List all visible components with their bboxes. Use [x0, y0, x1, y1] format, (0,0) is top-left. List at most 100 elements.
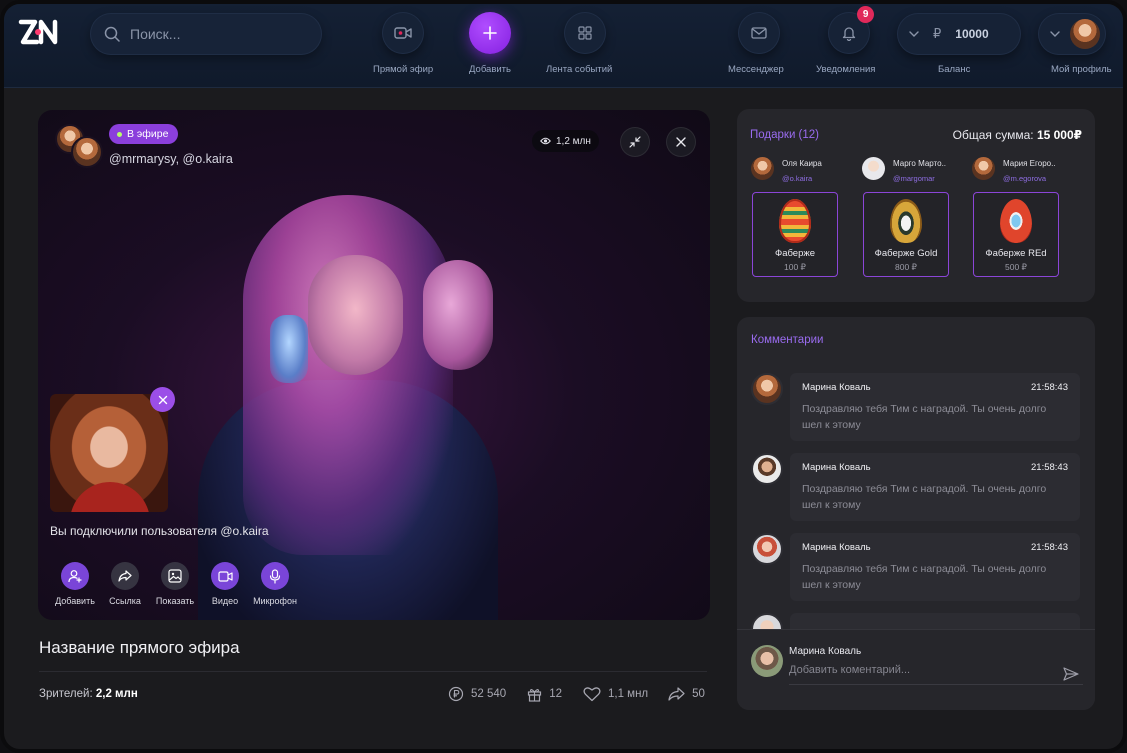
picture-in-picture[interactable] [50, 394, 168, 512]
close-icon [158, 395, 167, 404]
heart-icon [583, 687, 601, 702]
comment-time: 21:58:43 [1031, 382, 1068, 393]
gift-name: Фаберже REd [985, 248, 1047, 259]
live-button[interactable] [382, 12, 425, 54]
comment-author[interactable]: Марина Коваль [802, 542, 871, 553]
comment-input[interactable] [789, 664, 1049, 676]
share-link-button[interactable] [111, 562, 139, 590]
live-dot-icon [117, 131, 122, 137]
chevron-down-icon[interactable] [1050, 31, 1060, 37]
send-button[interactable] [1060, 663, 1082, 685]
gift-name: Фаберже Gold [874, 248, 938, 259]
nav-messenger[interactable]: Мессенджер [728, 12, 784, 75]
views-value: 1,2 млн [556, 135, 591, 147]
control-show[interactable]: Показать [150, 562, 200, 606]
comment-time: 21:58:43 [1031, 462, 1068, 473]
search-bar[interactable] [90, 13, 322, 55]
messenger-button[interactable] [737, 12, 780, 54]
composer-underline [789, 684, 1083, 685]
coin-icon [448, 686, 464, 702]
comment-text: Поздравляю тебя Тим с наградой. Ты очень… [802, 483, 1047, 511]
nav-notifications[interactable]: 9 Уведомления [816, 6, 876, 75]
close-stream-button[interactable] [666, 127, 696, 157]
composer-avatar[interactable] [751, 645, 783, 677]
gift-item[interactable]: Оля Каира @o.kaira Фаберже 100 ₽ [751, 157, 841, 277]
gift-card[interactable]: Фаберже REd 500 ₽ [973, 192, 1059, 277]
feed-button[interactable] [563, 12, 606, 54]
zn-logo[interactable] [17, 14, 65, 50]
pip-shirt [70, 482, 150, 512]
streamer-avatars[interactable] [55, 124, 105, 168]
streamer-avatar-2[interactable] [71, 136, 103, 168]
control-label: Добавить [55, 596, 95, 606]
comment-author[interactable]: Марина Коваль [802, 462, 871, 473]
composer-author: Марина Коваль [789, 646, 862, 657]
comment-author[interactable]: Марина Коваль [802, 382, 871, 393]
balance-widget[interactable]: ₽ 10000 [897, 13, 1021, 55]
gifts-title[interactable]: Подарки (12) [750, 129, 819, 141]
comment-avatar[interactable] [751, 533, 783, 565]
profile-avatar[interactable] [1070, 19, 1100, 49]
control-link[interactable]: Ссылка [100, 562, 150, 606]
nav-live[interactable]: Прямой эфир [373, 12, 433, 75]
comment-bubble: Марина Коваль 21:58:43 Поздравляю тебя Т… [790, 533, 1080, 601]
control-label: Показать [155, 596, 195, 606]
stat-coins-value: 52 540 [471, 688, 507, 700]
top-navigation-bar: Прямой эфир Добавить Лента событий [4, 4, 1123, 88]
control-label: Видео [211, 596, 239, 606]
notifications-button[interactable]: 9 [828, 6, 875, 54]
control-add-user[interactable]: Добавить [50, 562, 100, 606]
live-video-player[interactable]: В эфире @mrmarysy, @o.kaira 1,2 млн Вы п… [38, 110, 710, 620]
donor-name: Оля Каира [782, 159, 822, 168]
pip-close-button[interactable] [150, 387, 175, 412]
nav-profile-label: Мой профиль [1051, 64, 1112, 75]
gift-donor[interactable]: Марго Марто.. @margomar [862, 157, 952, 183]
gift-item[interactable]: Марго Марто.. @margomar Фаберже Gold 800… [862, 157, 952, 277]
video-toggle-button[interactable] [211, 562, 239, 590]
video-camera-icon [394, 27, 412, 39]
stat-likes[interactable]: 1,1 мнл [583, 686, 648, 702]
donor-handle[interactable]: @margomar [893, 174, 946, 183]
minimize-button[interactable] [620, 127, 650, 157]
share-arrow-icon [118, 570, 132, 582]
add-user-button[interactable] [61, 562, 89, 590]
donor-handle[interactable]: @m.egorova [1003, 174, 1056, 183]
stat-coins[interactable]: 52 540 [448, 686, 506, 702]
gift-price: 100 ₽ [784, 262, 806, 272]
add-button[interactable] [469, 12, 511, 54]
chevron-down-icon[interactable] [909, 31, 919, 37]
microphone-toggle-button[interactable] [261, 562, 289, 590]
app-window: Прямой эфир Добавить Лента событий [0, 0, 1127, 753]
stat-shares[interactable]: 50 [668, 686, 705, 702]
stat-gifts[interactable]: 12 [527, 686, 562, 702]
profile-widget[interactable] [1038, 13, 1106, 55]
donor-handle[interactable]: @o.kaira [782, 174, 822, 183]
stream-stats: 52 540 12 1,1 мнл 50 [448, 686, 705, 702]
nav-messenger-label: Мессенджер [728, 64, 784, 75]
gift-donor[interactable]: Мария Егоро.. @m.egorova [972, 157, 1062, 183]
nav-feed-label: Лента событий [546, 64, 613, 75]
nav-add-label: Добавить [469, 64, 511, 75]
nav-feed[interactable]: Лента событий [546, 12, 612, 75]
donor-avatar[interactable] [751, 157, 774, 180]
gifts-total-label: Общая сумма: [952, 128, 1034, 142]
show-image-button[interactable] [161, 562, 189, 590]
donor-avatar[interactable] [862, 157, 885, 180]
faberge-egg-icon [890, 199, 922, 243]
donor-name: Мария Егоро.. [1003, 159, 1056, 168]
comment-avatar[interactable] [751, 453, 783, 485]
search-input[interactable] [130, 26, 300, 42]
donor-avatar[interactable] [972, 157, 995, 180]
comment-avatar[interactable] [751, 373, 783, 405]
nav-notifications-label: Уведомления [816, 64, 876, 75]
gift-card[interactable]: Фаберже 100 ₽ [752, 192, 838, 277]
gift-donor[interactable]: Оля Каира @o.kaira [751, 157, 841, 183]
gift-name: Фаберже [774, 248, 816, 259]
gift-card[interactable]: Фаберже Gold 800 ₽ [863, 192, 949, 277]
control-video[interactable]: Видео [200, 562, 250, 606]
stat-likes-value: 1,1 мнл [607, 688, 649, 700]
comment-composer: Марина Коваль [737, 629, 1095, 710]
control-microphone[interactable]: Микрофон [250, 562, 300, 606]
nav-add[interactable]: Добавить [469, 12, 511, 75]
gift-item[interactable]: Мария Егоро.. @m.egorova Фаберже REd 500… [972, 157, 1062, 277]
